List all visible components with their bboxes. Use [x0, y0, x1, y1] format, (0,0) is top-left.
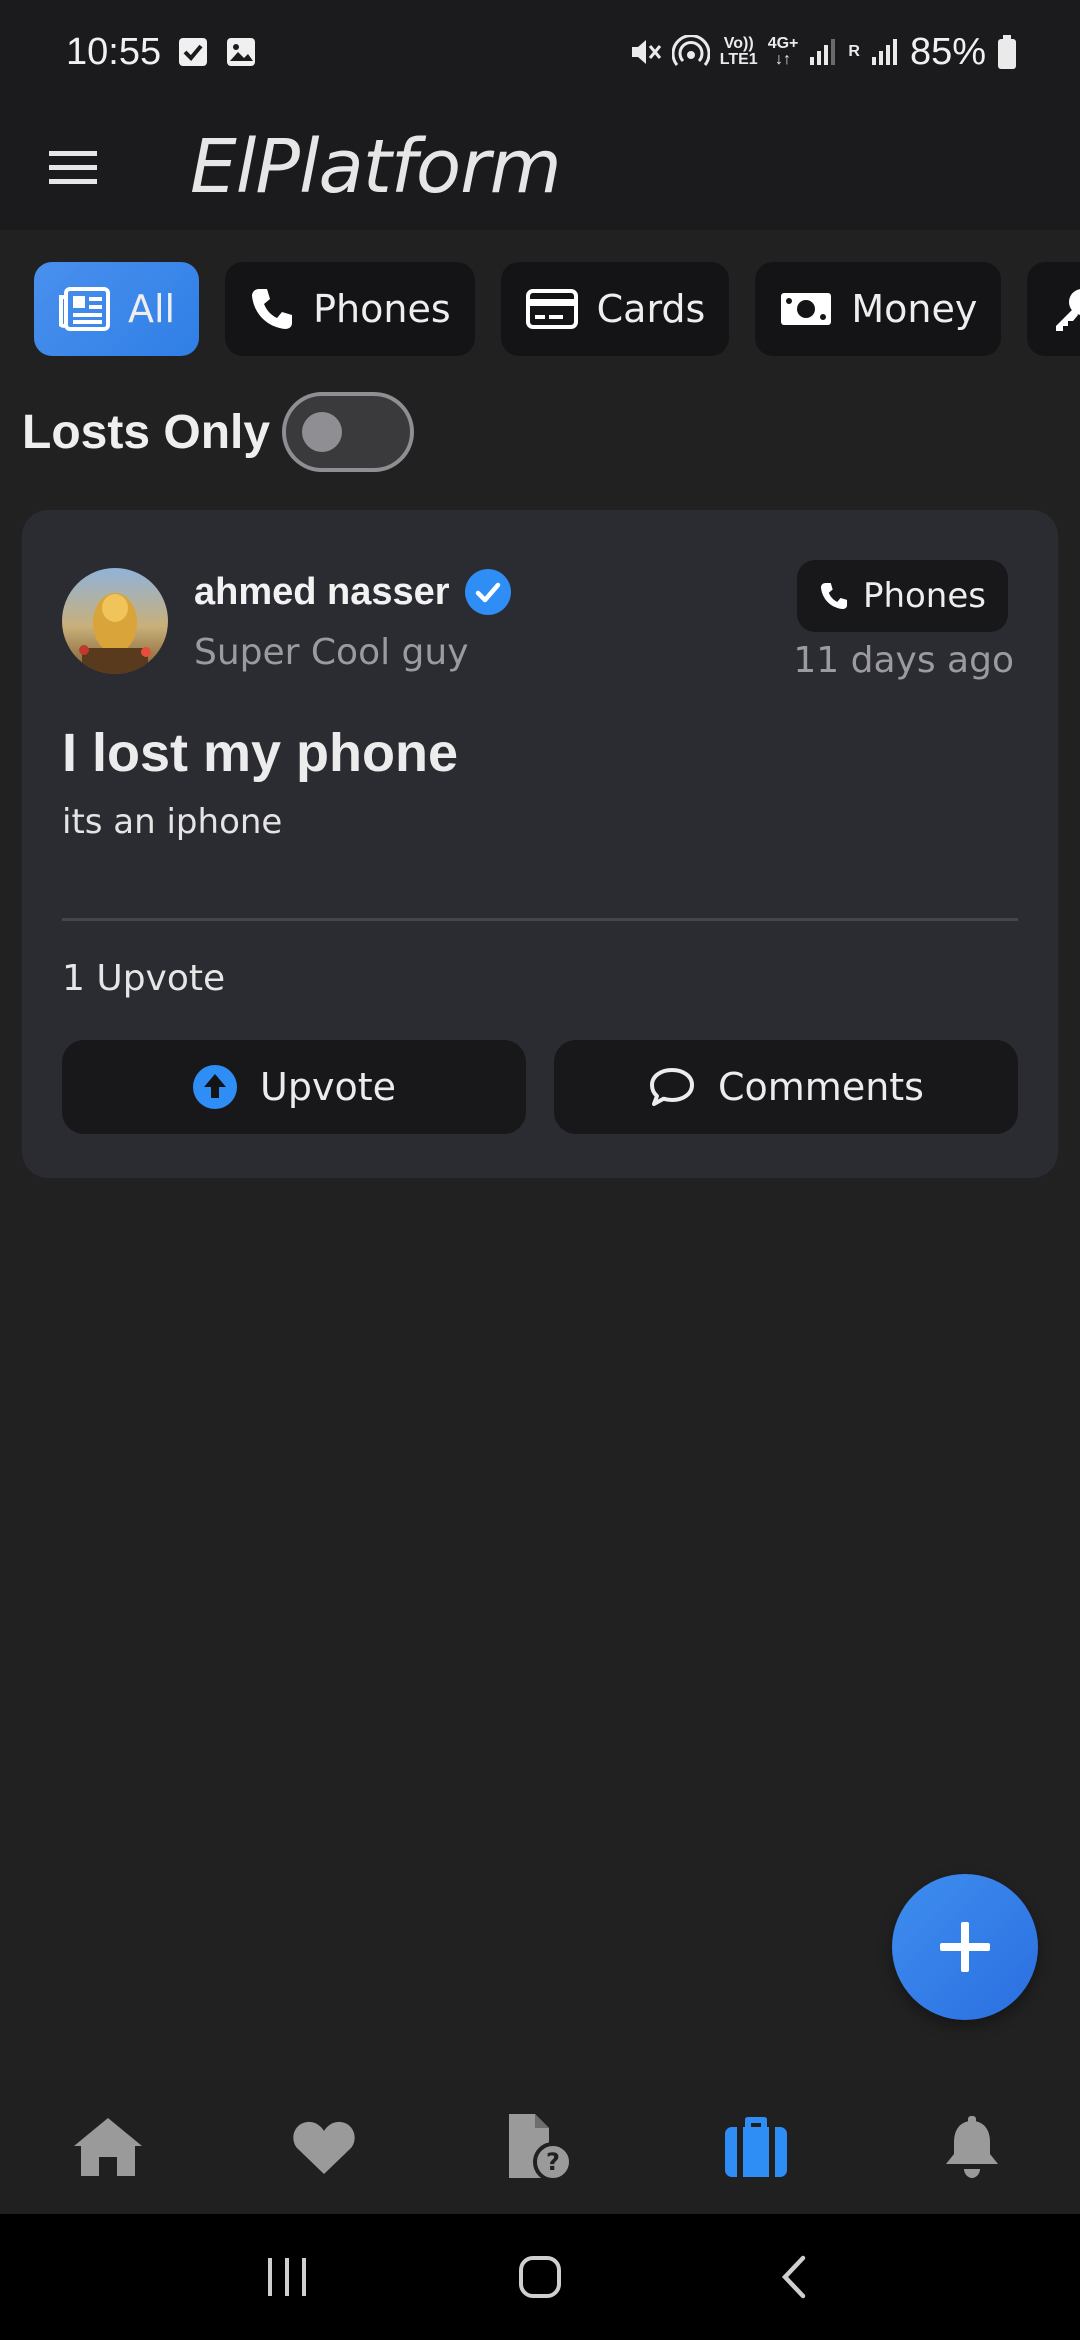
author-subtitle: Super Cool guy: [194, 632, 469, 673]
key-icon: [1056, 289, 1080, 331]
phone-icon: [820, 582, 847, 610]
losts-only-toggle[interactable]: [282, 392, 415, 472]
post-card[interactable]: ahmed nasser Super Cool guy Phones 11 da…: [22, 510, 1058, 1178]
comments-button[interactable]: Comments: [554, 1040, 1018, 1134]
nav-notifications[interactable]: [912, 2087, 1032, 2207]
post-title: I lost my phone: [62, 723, 459, 783]
toggle-knob: [302, 412, 343, 452]
file-question-icon: ?: [509, 2114, 573, 2182]
status-left: 10:55: [66, 31, 257, 74]
losts-only-filter: Losts Only: [22, 392, 415, 472]
app-title: ElPlatform: [190, 124, 562, 210]
recents-icon: [267, 2258, 306, 2296]
chip-all[interactable]: All: [34, 262, 200, 356]
upvote-arrow-icon: [193, 1065, 238, 1109]
network-indicator: 4G+ ↓↑: [767, 35, 799, 68]
author-name[interactable]: ahmed nasser: [194, 568, 512, 616]
newspaper-icon: [59, 287, 110, 331]
nav-home[interactable]: [48, 2087, 168, 2207]
comments-label: Comments: [718, 1065, 924, 1109]
upvote-count: 1 Upvote: [62, 958, 226, 999]
verified-badge-icon: [464, 569, 511, 615]
nav-favorites[interactable]: [264, 2087, 384, 2207]
chip-label: Phones: [313, 287, 451, 331]
home-icon: [74, 2118, 142, 2176]
app-bar: ElPlatform: [0, 104, 1080, 230]
checkbox-notification-icon: [179, 38, 208, 66]
briefcase-icon: [725, 2117, 787, 2177]
bottom-nav: ?: [0, 2080, 1080, 2214]
avatar-image: [62, 568, 168, 674]
roaming-indicator: R: [848, 43, 860, 60]
status-time: 10:55: [66, 30, 162, 73]
chip-keys[interactable]: K: [1027, 262, 1080, 356]
hamburger-menu-icon: [49, 151, 97, 184]
chip-label: Cards: [596, 287, 706, 331]
phone-icon: [252, 289, 293, 329]
nav-questions[interactable]: ?: [480, 2087, 600, 2207]
divider: [62, 918, 1018, 921]
chip-cards[interactable]: Cards: [500, 262, 730, 356]
chip-label: All: [128, 287, 176, 331]
money-icon: [781, 293, 832, 325]
home-system-button[interactable]: [495, 2232, 585, 2322]
volte-indicator: Vo)) LTE1: [719, 35, 758, 68]
credit-card-icon: [525, 289, 578, 329]
hotspot-icon: [671, 35, 710, 66]
category-chips: All Phones Cards Money K: [34, 262, 1080, 358]
signal-2-icon: [871, 39, 897, 65]
image-notification-icon: [227, 38, 256, 66]
upvote-label: Upvote: [260, 1065, 396, 1109]
home-circle-icon: [518, 2256, 561, 2298]
chip-money[interactable]: Money: [755, 262, 1002, 356]
svg-text:?: ?: [546, 2148, 560, 2176]
category-label: Phones: [862, 576, 986, 616]
back-chevron-icon: [782, 2255, 806, 2299]
status-right: Vo)) LTE1 4G+ ↓↑ R 85%: [628, 31, 1018, 74]
recents-button[interactable]: [242, 2232, 332, 2322]
menu-button[interactable]: [28, 122, 118, 212]
battery-icon: [998, 35, 1016, 69]
losts-only-label: Losts Only: [22, 405, 271, 459]
status-bar: 10:55 Vo)) LTE1 4G+ ↓↑ R 85%: [0, 0, 1080, 104]
heart-icon: [293, 2121, 355, 2174]
signal-icon: [810, 39, 836, 65]
battery-percent: 85%: [909, 30, 986, 73]
comment-icon: [650, 1068, 694, 1106]
add-post-button[interactable]: [892, 1874, 1038, 2020]
category-badge[interactable]: Phones: [796, 560, 1008, 632]
nav-items[interactable]: [696, 2087, 816, 2207]
back-button[interactable]: [748, 2232, 838, 2322]
post-time: 11 days ago: [793, 640, 1014, 681]
system-nav-bar: [0, 2214, 1080, 2340]
chip-phones[interactable]: Phones: [225, 262, 475, 356]
avatar[interactable]: [62, 568, 168, 674]
mute-icon: [631, 40, 661, 64]
plus-icon: [940, 1922, 990, 1972]
chip-label: Money: [851, 287, 978, 331]
upvote-button[interactable]: Upvote: [62, 1040, 526, 1134]
bell-icon: [946, 2116, 998, 2178]
post-body: its an iphone: [62, 802, 283, 842]
